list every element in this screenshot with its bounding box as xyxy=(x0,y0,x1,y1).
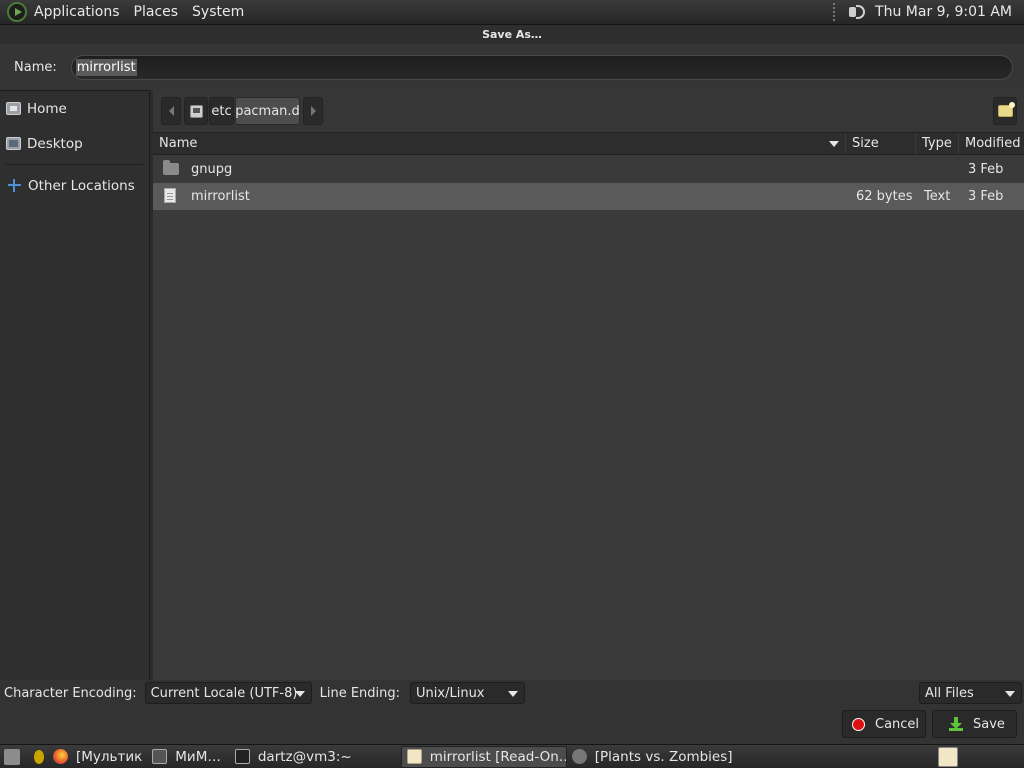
menu-logo-icon[interactable] xyxy=(7,2,27,22)
panel-handle[interactable] xyxy=(833,3,837,21)
new-folder-icon xyxy=(997,102,1015,117)
chevron-left-icon xyxy=(168,106,174,116)
task-label: [Мультик xyxy=(76,748,143,765)
top-panel: Applications Places System Thu Mar 9, 9:… xyxy=(0,0,1024,25)
wine-icon xyxy=(571,749,587,764)
save-label: Save xyxy=(973,716,1005,732)
download-arrow-icon xyxy=(949,717,963,731)
file-filter-select[interactable]: All Files xyxy=(919,682,1022,704)
chevron-right-icon xyxy=(310,106,316,116)
file-modified: 3 Feb xyxy=(968,189,1004,204)
task-plants-vs-zombies[interactable]: [Plants vs. Zombies] xyxy=(567,746,738,768)
dropdown-arrow-icon xyxy=(508,691,519,697)
create-folder-button[interactable] xyxy=(993,97,1017,125)
show-desktop-icon[interactable] xyxy=(4,748,20,765)
line-ending-select[interactable]: Unix/Linux xyxy=(410,682,526,704)
volume-icon[interactable] xyxy=(845,2,867,22)
text-editor-icon xyxy=(406,749,422,764)
filename-value: mirrorlist xyxy=(75,58,137,76)
save-button[interactable]: Save xyxy=(932,710,1017,738)
desktop-icon xyxy=(6,137,21,150)
path-segment-etc[interactable]: etc xyxy=(209,97,234,125)
launcher-handle-icon xyxy=(34,749,44,764)
task-label: МиМ… xyxy=(175,748,221,765)
dialog-buttons-row: Cancel Save xyxy=(0,706,1024,744)
plus-icon xyxy=(8,179,21,192)
task-terminal[interactable]: dartz@vm3:~ xyxy=(230,746,357,768)
task-label: dartz@vm3:~ xyxy=(257,748,352,765)
menu-applications[interactable]: Applications xyxy=(34,4,120,20)
name-label: Name: xyxy=(14,59,57,75)
encoding-value: Current Locale (UTF-8) xyxy=(150,685,298,701)
file-row-mirrorlist[interactable]: mirrorlist 62 bytes Text 3 Feb xyxy=(153,183,1024,210)
file-modified: 3 Feb xyxy=(968,162,1004,177)
text-file-icon xyxy=(164,188,176,203)
file-list-header: Name Size Type Modified xyxy=(153,132,1024,155)
places-sidebar: Home Desktop Other Locations xyxy=(0,90,150,680)
sidebar-item-other-locations[interactable]: Other Locations xyxy=(0,168,149,203)
sort-descending-icon xyxy=(829,141,839,147)
bottom-taskbar: [Мультик МиМ… dartz@vm3:~ mirrorlist [Re… xyxy=(0,744,1024,768)
name-row: Name: mirrorlist xyxy=(0,44,1024,90)
file-browser: etc pacman.d Name Size Type Modified gnu… xyxy=(153,90,1024,680)
cancel-label: Cancel xyxy=(875,716,920,732)
filename-input[interactable]: mirrorlist xyxy=(70,54,1013,80)
column-header-modified[interactable]: Modified xyxy=(959,133,1024,154)
terminal-icon xyxy=(234,749,250,764)
column-header-name[interactable]: Name xyxy=(153,133,846,154)
column-header-size[interactable]: Size xyxy=(846,133,916,154)
notes-tray-icon[interactable] xyxy=(938,746,958,767)
sidebar-separator xyxy=(6,164,143,165)
sidebar-item-label: Desktop xyxy=(27,135,83,152)
path-segment-pacman-d[interactable]: pacman.d xyxy=(235,97,300,125)
home-folder-icon xyxy=(6,102,21,115)
path-bar: etc pacman.d xyxy=(153,90,1024,132)
file-name: mirrorlist xyxy=(191,189,250,204)
firefox-icon xyxy=(53,749,68,764)
sidebar-item-label: Home xyxy=(27,100,67,117)
dropdown-arrow-icon xyxy=(1005,691,1015,697)
line-ending-value: Unix/Linux xyxy=(416,685,485,701)
clock[interactable]: Thu Mar 9, 9:01 AM xyxy=(875,4,1012,20)
task-mirrorlist-editor[interactable]: mirrorlist [Read-On… xyxy=(400,745,567,768)
sidebar-item-home[interactable]: Home xyxy=(0,91,149,126)
sidebar-item-desktop[interactable]: Desktop xyxy=(0,126,149,161)
file-type: Text xyxy=(924,189,951,204)
task-label: mirrorlist [Read-On… xyxy=(429,748,567,765)
keyboard-icon xyxy=(152,749,168,764)
path-scroll-left-button[interactable] xyxy=(161,97,181,125)
file-row-gnupg[interactable]: gnupg 3 Feb xyxy=(153,156,1024,183)
path-root-button[interactable] xyxy=(184,97,208,125)
folder-icon xyxy=(163,160,179,175)
file-size: 62 bytes xyxy=(856,189,913,204)
save-options-row: Character Encoding: Current Locale (UTF-… xyxy=(0,680,1024,706)
file-name: gnupg xyxy=(191,162,233,177)
column-header-type[interactable]: Type xyxy=(916,133,959,154)
menu-system[interactable]: System xyxy=(192,4,244,20)
stop-icon xyxy=(852,717,865,731)
sidebar-item-label: Other Locations xyxy=(28,177,135,194)
path-scroll-right-button[interactable] xyxy=(303,97,323,125)
dropdown-arrow-icon xyxy=(294,691,305,697)
file-filter-value: All Files xyxy=(925,685,974,701)
task-mim[interactable]: МиМ… xyxy=(147,746,226,768)
encoding-label: Character Encoding: xyxy=(4,685,137,701)
line-ending-label: Line Ending: xyxy=(319,685,401,701)
encoding-select[interactable]: Current Locale (UTF-8) xyxy=(144,682,312,704)
dialog-title: Save As… xyxy=(0,25,1024,44)
menu-places[interactable]: Places xyxy=(134,4,179,20)
cancel-button[interactable]: Cancel xyxy=(842,710,926,738)
task-firefox[interactable]: [Мультик xyxy=(48,746,147,768)
drive-icon xyxy=(189,104,203,118)
task-label: [Plants vs. Zombies] xyxy=(594,748,733,765)
